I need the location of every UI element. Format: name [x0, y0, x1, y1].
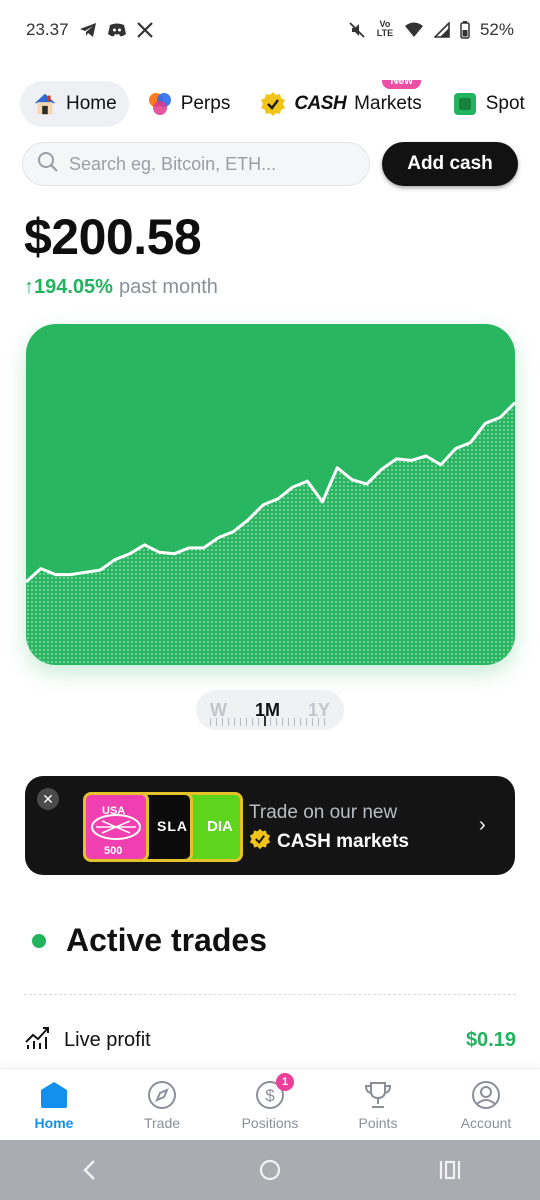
live-profit-left: Live profit — [24, 1024, 151, 1056]
portfolio-chart[interactable] — [26, 324, 515, 665]
wifi-icon — [404, 20, 424, 40]
new-badge: New — [382, 80, 421, 89]
timeframe-ruler-indicator — [264, 716, 266, 726]
promo-line2-text: CASH markets — [277, 831, 409, 852]
live-profit-label: Live profit — [64, 1028, 151, 1051]
battery-percent: 52% — [479, 20, 514, 39]
tab-perps[interactable]: Perps — [135, 81, 243, 127]
add-cash-button[interactable]: Add cash — [382, 142, 518, 186]
chevron-right-icon[interactable]: › — [479, 814, 486, 837]
active-trades-title: Active trades — [66, 922, 267, 958]
tab-spot-label: Spot — [485, 93, 525, 114]
trend-chart-icon — [24, 1024, 52, 1056]
volte-icon: Vo LTE — [376, 19, 394, 38]
status-dot — [32, 933, 46, 948]
x-icon — [136, 20, 153, 40]
status-bar: 23.37 Vo LTE 52% — [0, 0, 540, 60]
promo-500-text: 500 — [104, 845, 123, 857]
home-house-icon — [32, 91, 58, 117]
search-box[interactable] — [22, 142, 370, 186]
back-icon[interactable] — [60, 1150, 120, 1190]
change-percent-value: 194.05% — [34, 276, 113, 298]
nav-account[interactable]: Account — [438, 1079, 534, 1131]
promo-artwork: USA 500 SLA DIA — [83, 792, 243, 862]
account-icon — [470, 1079, 502, 1111]
status-time: 23.37 — [26, 20, 69, 39]
promo-line1: Trade on our new — [249, 802, 398, 823]
bottom-nav: Home Trade $ 1 Positions Points Account — [0, 1068, 540, 1140]
change-row: ↑194.05% past month — [24, 276, 218, 299]
change-arrow: ↑ — [24, 276, 34, 298]
nav-account-label: Account — [460, 1114, 512, 1131]
trophy-icon — [362, 1079, 394, 1111]
positions-badge: 1 — [276, 1072, 294, 1091]
home-circle-icon[interactable] — [240, 1150, 300, 1190]
verified-badge-icon — [249, 828, 271, 856]
spot-square-icon — [452, 91, 478, 117]
nav-positions[interactable]: $ 1 Positions — [222, 1072, 318, 1131]
active-trades-header: Active trades — [32, 922, 267, 959]
timeframe-selector[interactable]: W 1M 1Y — [196, 690, 344, 730]
tab-perps-label: Perps — [180, 93, 231, 114]
promo-usa-text: USA — [102, 805, 126, 817]
close-icon[interactable]: ✕ — [37, 788, 59, 810]
tab-home[interactable]: Home — [20, 81, 129, 127]
promo-sla-text: SLA — [157, 818, 188, 834]
search-row: Add cash — [22, 140, 522, 188]
nav-positions-label: Positions — [241, 1114, 299, 1131]
live-profit-value: $0.19 — [465, 1028, 516, 1051]
verified-badge-icon — [260, 91, 286, 117]
trade-compass-icon — [146, 1079, 178, 1111]
chart-svg — [26, 401, 515, 665]
chart-area — [26, 402, 515, 665]
promo-line2: CASH markets — [249, 828, 409, 856]
cash-markets-promo[interactable]: ✕ USA 500 SLA DIA Trade on our new CASH … — [25, 776, 515, 875]
nav-trade-label: Trade — [143, 1114, 181, 1131]
tab-cash-prefix: CASH — [294, 93, 347, 114]
discord-icon — [107, 20, 127, 40]
status-right: Vo LTE 52% — [348, 20, 514, 40]
recents-icon[interactable] — [420, 1150, 480, 1190]
tab-markets-label: Markets — [354, 93, 422, 114]
tab-cash-markets[interactable]: CASH Markets New — [248, 80, 433, 127]
home-icon — [38, 1079, 70, 1111]
promo-dia-text: DIA — [207, 818, 233, 835]
tab-home-label: Home — [66, 93, 117, 114]
nav-points[interactable]: Points — [330, 1079, 426, 1131]
telegram-icon — [79, 20, 97, 40]
nav-trade[interactable]: Trade — [114, 1079, 210, 1131]
nav-home[interactable]: Home — [6, 1079, 102, 1131]
timeframe-ruler[interactable] — [210, 718, 330, 726]
battery-icon — [460, 20, 470, 40]
portfolio-balance: $200.58 — [24, 209, 202, 265]
divider — [24, 994, 516, 995]
nav-home-label: Home — [34, 1114, 74, 1131]
perps-logo-icon — [147, 91, 173, 117]
mute-icon — [348, 20, 366, 40]
status-left: 23.37 — [26, 20, 153, 40]
tab-spot[interactable]: Spot — [440, 81, 537, 127]
svg-text:$: $ — [265, 1086, 275, 1105]
search-icon — [37, 151, 59, 178]
change-percent: ↑194.05% — [24, 276, 113, 299]
nav-points-label: Points — [358, 1114, 398, 1131]
top-nav-tabs: Home Perps CASH Markets New Spot — [20, 80, 540, 128]
signal-icon — [433, 20, 450, 40]
live-profit-row[interactable]: Live profit $0.19 — [24, 1022, 516, 1058]
search-input[interactable] — [69, 153, 349, 175]
change-label: past month — [118, 276, 218, 298]
promo-card-pink: USA 500 — [83, 792, 149, 862]
system-nav-bar — [0, 1140, 540, 1200]
